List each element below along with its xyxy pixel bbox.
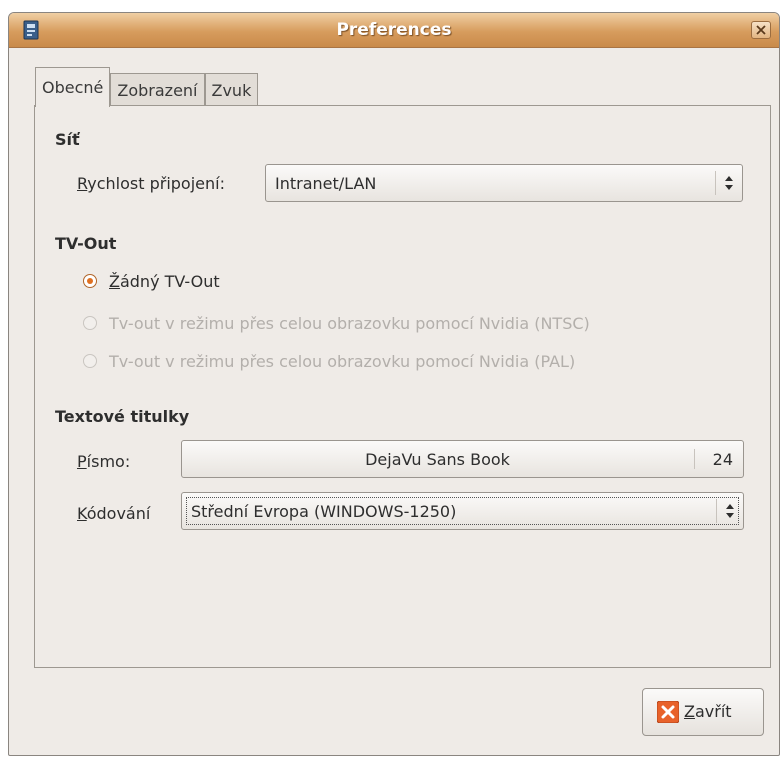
tab-zobrazeni[interactable]: Zobrazení [110, 73, 205, 107]
radio-button[interactable] [83, 274, 97, 288]
radio-tvout-pal[interactable]: Tv-out v režimu přes celou obrazovku pom… [83, 350, 575, 372]
close-button-label: Zavřít [684, 702, 732, 721]
title-bar[interactable]: Preferences [9, 13, 779, 48]
updown-arrows-icon [725, 502, 735, 524]
encoding-label: Kódování [77, 504, 151, 523]
font-name: DejaVu Sans Book [365, 450, 510, 469]
updown-arrows-icon [724, 174, 734, 196]
tab-obecne[interactable]: Obecné [35, 67, 111, 107]
speed-value: Intranet/LAN [275, 174, 377, 193]
network-heading: Síť [55, 130, 80, 149]
subtitles-heading: Textové titulky [55, 407, 190, 426]
combo-separator [715, 171, 716, 195]
font-separator [694, 449, 695, 469]
encoding-combo[interactable]: Střední Evropa (WINDOWS-1250) [181, 492, 744, 530]
close-icon[interactable] [751, 21, 771, 39]
combo-separator [716, 499, 717, 523]
window-title: Preferences [336, 20, 452, 40]
close-button[interactable]: Zavřít [642, 688, 764, 736]
font-button[interactable]: DejaVu Sans Book 24 [181, 440, 744, 478]
radio-label: Tv-out v režimu přes celou obrazovku pom… [109, 351, 576, 371]
tvout-heading: TV-Out [55, 234, 117, 253]
radio-button[interactable] [83, 354, 97, 368]
tab-bar: Obecné Zobrazení Zvuk [35, 67, 259, 107]
radio-zadny-tvout[interactable]: Žádný TV-Out [83, 270, 220, 292]
speed-combo[interactable]: Intranet/LAN [265, 164, 743, 202]
font-size: 24 [712, 450, 733, 469]
tab-zvuk[interactable]: Zvuk [204, 73, 259, 107]
encoding-value: Střední Evropa (WINDOWS-1250) [191, 502, 457, 521]
radio-label: Žádný TV-Out [109, 271, 220, 291]
tab-panel: Síť Rychlost připojení: Intranet/LAN TV-… [34, 105, 771, 668]
radio-label: Tv-out v režimu přes celou obrazovku pom… [109, 313, 590, 333]
radio-tvout-ntsc[interactable]: Tv-out v režimu přes celou obrazovku pom… [83, 312, 590, 334]
radio-button[interactable] [83, 316, 97, 330]
close-x-icon [656, 700, 680, 724]
font-label: Písmo: [77, 452, 131, 471]
speed-label: Rychlost připojení: [77, 174, 225, 193]
